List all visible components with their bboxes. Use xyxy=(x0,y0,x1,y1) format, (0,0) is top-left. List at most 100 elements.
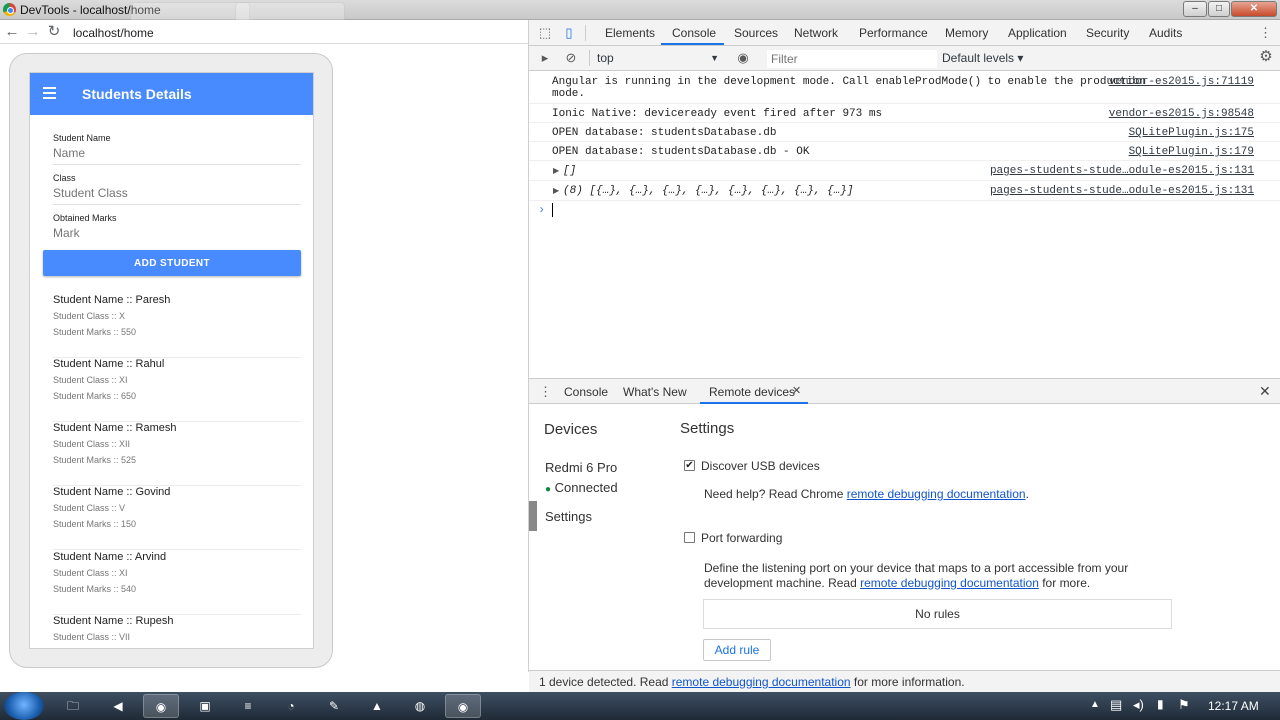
student-marks: Student Marks :: 525 xyxy=(53,455,137,465)
tab-sources[interactable]: Sources xyxy=(734,26,778,40)
tab-elements[interactable]: Elements xyxy=(605,26,655,40)
source-link[interactable]: vendor-es2015.js:71119 xyxy=(1109,76,1254,88)
reload-icon[interactable]: ↻ xyxy=(45,23,63,41)
volume-icon[interactable]: ◂) xyxy=(1133,697,1144,713)
context-selector[interactable]: top ▼ xyxy=(597,51,719,65)
add-student-button[interactable]: ADD STUDENT xyxy=(43,250,301,276)
notepad-icon[interactable]: ✎ xyxy=(316,694,352,718)
device-status-text: Connected xyxy=(554,480,618,495)
console-text: OPEN database: studentsDatabase.db xyxy=(552,127,777,139)
background-tab[interactable] xyxy=(235,2,345,20)
console-filter-input[interactable] xyxy=(767,50,937,68)
source-link[interactable]: pages-students-stude…odule-es2015.js:131 xyxy=(990,185,1254,197)
tab-console[interactable]: Console xyxy=(672,26,716,40)
remote-debugging-docs-link[interactable]: remote debugging documentation xyxy=(672,675,851,689)
close-window-button[interactable]: ✕ xyxy=(1231,1,1277,17)
divider xyxy=(53,204,301,205)
device-status: ● Connected xyxy=(545,480,618,495)
source-link[interactable]: SQLitePlugin.js:179 xyxy=(1129,146,1254,158)
device-toolbar-icon[interactable]: ▯ xyxy=(561,25,577,41)
student-list-item[interactable]: Student Name :: Paresh Student Class :: … xyxy=(53,294,301,358)
add-rule-button[interactable]: Add rule xyxy=(703,639,771,661)
discover-usb-checkbox[interactable]: ✔ xyxy=(684,460,695,471)
live-expression-eye-icon[interactable]: ◉ xyxy=(734,50,752,66)
more-options-icon[interactable]: ⋮ xyxy=(1259,25,1272,41)
tab-audits[interactable]: Audits xyxy=(1149,26,1182,40)
marks-input[interactable] xyxy=(53,224,301,242)
tab-memory[interactable]: Memory xyxy=(945,26,988,40)
app-icon[interactable]: ≡ xyxy=(230,694,266,718)
maximize-button[interactable]: □ xyxy=(1208,1,1230,17)
show-sidebar-icon[interactable]: ▸ xyxy=(537,50,553,66)
tab-performance[interactable]: Performance xyxy=(859,26,928,40)
show-hidden-icons-icon[interactable]: ▲ xyxy=(1090,699,1100,710)
selected-indicator xyxy=(529,501,537,531)
connected-dot-icon: ● xyxy=(545,484,552,495)
port-forwarding-checkbox[interactable] xyxy=(684,532,695,543)
close-tab-icon[interactable]: ✕ xyxy=(792,384,801,397)
tab-network[interactable]: Network xyxy=(794,26,838,40)
start-button[interactable] xyxy=(4,692,44,720)
network-signal-icon[interactable]: ▮ xyxy=(1157,697,1164,711)
app-icon[interactable]: ◔ xyxy=(273,694,309,718)
student-list-item[interactable]: Student Name :: Arvind Student Class :: … xyxy=(53,551,301,615)
tab-application[interactable]: Application xyxy=(1008,26,1067,40)
tab-security[interactable]: Security xyxy=(1086,26,1129,40)
minimize-button[interactable]: – xyxy=(1183,1,1207,17)
console-message-expandable[interactable]: ▶ [] pages-students-stude…odule-es2015.j… xyxy=(529,161,1280,181)
port-rules-list: No rules xyxy=(703,599,1172,629)
menu-icon[interactable] xyxy=(42,86,58,99)
clear-console-icon[interactable]: ⊘ xyxy=(563,50,579,66)
remote-debugging-docs-link[interactable]: remote debugging documentation xyxy=(847,487,1026,501)
console-message: Ionic Native: deviceready event fired af… xyxy=(529,104,1280,123)
drawer-tab-console[interactable]: Console xyxy=(564,385,608,399)
back-arrow-icon[interactable]: ← xyxy=(3,23,21,41)
action-center-flag-icon[interactable]: ⚑ xyxy=(1178,697,1190,713)
source-link[interactable]: pages-students-stude…odule-es2015.js:131 xyxy=(990,165,1254,177)
file-explorer-icon[interactable]: 🗀 xyxy=(55,694,91,718)
source-link[interactable]: SQLitePlugin.js:175 xyxy=(1129,127,1254,139)
drawer-tab-whats-new[interactable]: What's New xyxy=(623,385,687,399)
help-text: Need help? Read Chrome remote debugging … xyxy=(704,487,1029,501)
background-tab[interactable] xyxy=(130,2,250,20)
console-text: Angular is running in the development mo… xyxy=(552,76,1147,100)
device-item-name[interactable]: Redmi 6 Pro xyxy=(545,460,617,475)
log-levels-dropdown[interactable]: Default levels ▾ xyxy=(942,51,1023,65)
tray-icon[interactable]: ▤ xyxy=(1110,697,1122,713)
clock[interactable]: 12:17 AM xyxy=(1208,699,1259,713)
app-icon[interactable]: ▣ xyxy=(187,694,223,718)
close-drawer-icon[interactable]: ✕ xyxy=(1259,383,1271,400)
student-list-item[interactable]: Student Name :: Ramesh Student Class :: … xyxy=(53,422,301,486)
console-toolbar: ▸ ⊘ top ▼ ◉ Default levels ▾ ⚙ xyxy=(529,46,1280,71)
devtools-panel: ⬚ ▯ Elements Console Sources Network Per… xyxy=(528,20,1280,692)
app-icon[interactable]: ◍ xyxy=(402,694,438,718)
student-list-item[interactable]: Student Name :: Rupesh Student Class :: … xyxy=(53,615,301,648)
student-name-input[interactable] xyxy=(53,144,301,162)
expand-arrow-icon[interactable]: ▶ xyxy=(553,166,559,176)
student-list-item[interactable]: Student Name :: Govind Student Class :: … xyxy=(53,486,301,550)
student-list-item[interactable]: Student Name :: Rahul Student Class :: X… xyxy=(53,358,301,422)
context-value: top xyxy=(597,51,614,65)
expand-arrow-icon[interactable]: ▶ xyxy=(553,186,559,196)
student-name: Student Name :: Govind xyxy=(53,486,171,498)
settings-nav-item[interactable]: Settings xyxy=(545,509,592,524)
drawer-tab-remote-devices[interactable]: Remote devices xyxy=(709,385,795,399)
student-class: Student Class :: VII xyxy=(53,632,131,642)
source-link[interactable]: vendor-es2015.js:98548 xyxy=(1109,108,1254,120)
console-message-expandable[interactable]: ▶ (8) [{…}, {…}, {…}, {…}, {…}, {…}, {…}… xyxy=(529,181,1280,201)
class-input[interactable] xyxy=(53,184,301,202)
drawer-menu-icon[interactable]: ⋮ xyxy=(539,384,552,400)
remote-debugging-docs-link[interactable]: remote debugging documentation xyxy=(860,576,1039,590)
media-player-icon[interactable]: ◀ xyxy=(100,694,136,718)
forward-arrow-icon[interactable]: → xyxy=(24,23,42,41)
android-studio-icon[interactable]: ▲ xyxy=(359,694,395,718)
chrome-taskbar-icon[interactable]: ◉ xyxy=(445,694,481,718)
inspect-element-icon[interactable]: ⬚ xyxy=(537,25,553,41)
status-prefix: 1 device detected. Read xyxy=(539,675,672,689)
url-field[interactable]: localhost/home xyxy=(73,26,154,40)
student-marks: Student Marks :: 550 xyxy=(53,327,137,337)
settings-gear-icon[interactable]: ⚙ xyxy=(1257,49,1275,65)
console-input-caret[interactable] xyxy=(552,203,553,217)
student-name: Student Name :: Rupesh xyxy=(53,615,174,627)
chrome-taskbar-icon[interactable]: ◉ xyxy=(143,694,179,718)
